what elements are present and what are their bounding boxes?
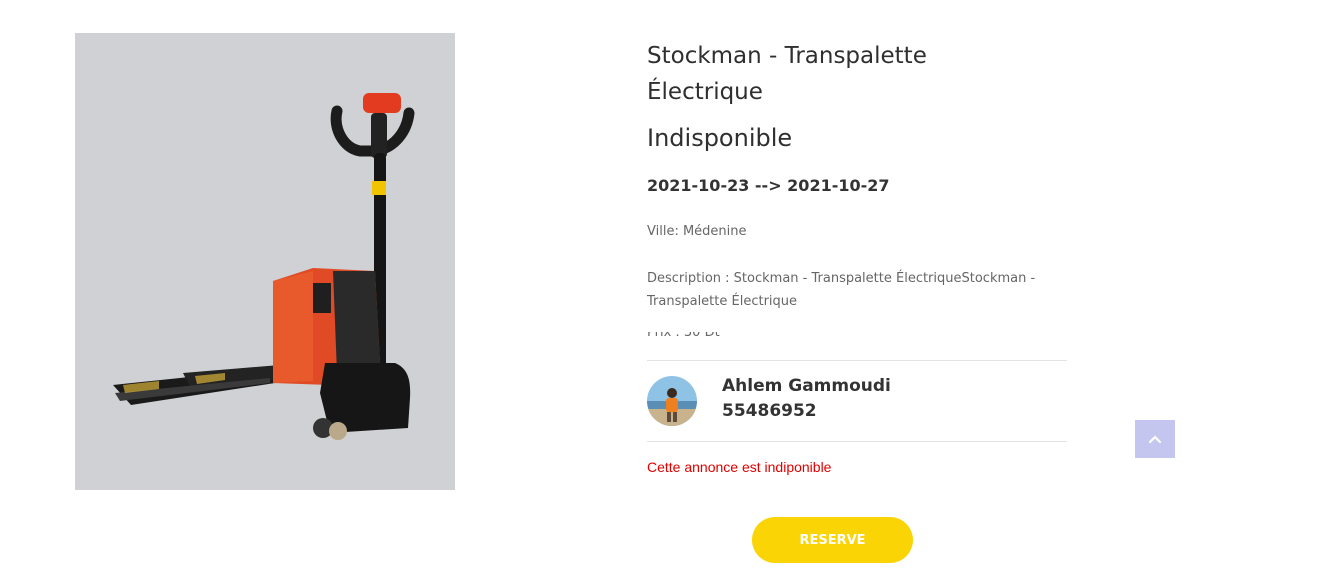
price-text: Prix : 30 Dt bbox=[647, 325, 720, 340]
owner-name: Ahlem Gammoudi bbox=[722, 376, 891, 396]
reserve-button[interactable]: RESERVE bbox=[752, 517, 913, 563]
chevron-up-icon bbox=[1148, 432, 1162, 447]
product-title: Stockman - Transpalette Électrique bbox=[647, 43, 927, 105]
rental-dates: 2021-10-23 --> 2021-10-27 bbox=[647, 176, 890, 195]
divider bbox=[647, 441, 1067, 442]
avatar bbox=[647, 376, 697, 426]
owner-phone: 55486952 bbox=[722, 401, 817, 421]
divider bbox=[647, 360, 1067, 361]
description-text: Description : Stockman - Transpalette Él… bbox=[647, 271, 1036, 309]
unavailable-alert: Cette annonce est indiponible bbox=[647, 459, 832, 475]
product-image bbox=[75, 33, 455, 490]
city-text: Ville: Médenine bbox=[647, 224, 747, 239]
product-info: Stockman - Transpalette Électrique Indis… bbox=[647, 38, 1077, 475]
availability-status: Indisponible bbox=[647, 124, 793, 152]
scroll-to-top-button[interactable] bbox=[1135, 420, 1175, 458]
